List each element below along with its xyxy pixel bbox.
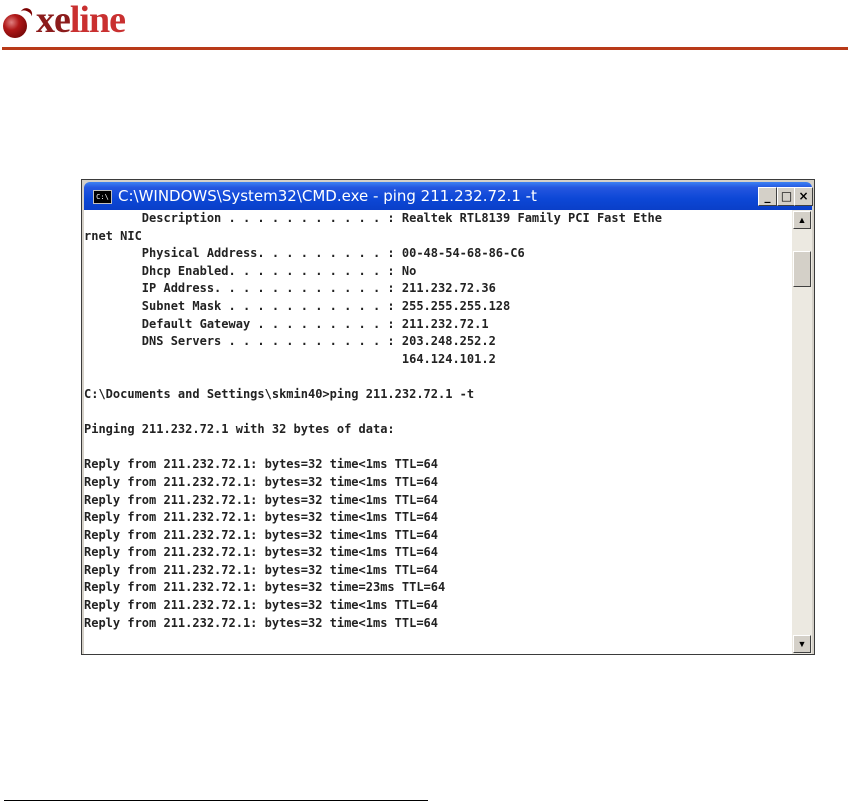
console-line: Physical Address. . . . . . . . . : 00-4…	[84, 246, 525, 261]
console-line: Reply from 211.232.72.1: bytes=32 time<1…	[84, 510, 439, 525]
console-line: IP Address. . . . . . . . . . . . : 211.…	[84, 281, 496, 296]
console-line: Subnet Mask . . . . . . . . . . . : 255.…	[84, 298, 511, 313]
logo-prefix: xe	[36, 0, 71, 41]
minimize-button[interactable]: _	[758, 187, 777, 206]
scroll-down-button[interactable]: ▼	[793, 635, 811, 653]
console-line: Reply from 211.232.72.1: bytes=32 time=2…	[84, 580, 446, 595]
console-line: Description . . . . . . . . . . . : Real…	[84, 211, 662, 225]
console-line: Reply from 211.232.72.1: bytes=32 time<1…	[84, 474, 439, 489]
close-button[interactable]: ×	[794, 187, 813, 206]
scroll-thumb[interactable]	[793, 251, 811, 287]
title-bar[interactable]: C:\ C:\WINDOWS\System32\CMD.exe - ping 2…	[84, 182, 813, 210]
xeline-logo: xeline	[2, 0, 126, 44]
scroll-up-button[interactable]: ▲	[793, 211, 811, 229]
console-line: Default Gateway . . . . . . . . . : 211.…	[84, 316, 489, 331]
logo-suffix: line	[69, 0, 126, 41]
console-line: Reply from 211.232.72.1: bytes=32 time<1…	[84, 545, 439, 560]
console-line: DNS Servers . . . . . . . . . . . : 203.…	[84, 334, 496, 349]
header-divider	[2, 47, 848, 50]
console-line: C:\Documents and Settings\skmin40>ping 2…	[84, 386, 475, 401]
console-output[interactable]: Description . . . . . . . . . . . : Real…	[84, 210, 792, 654]
console-line: rnet NIC	[84, 228, 142, 243]
footnote-divider	[4, 800, 428, 801]
console-line: Dhcp Enabled. . . . . . . . . . . : No	[84, 263, 417, 278]
console-line: Reply from 211.232.72.1: bytes=32 time<1…	[84, 598, 439, 613]
console-line: Reply from 211.232.72.1: bytes=32 time<1…	[84, 457, 439, 472]
console-line: Reply from 211.232.72.1: bytes=32 time<1…	[84, 615, 439, 630]
console-line: Reply from 211.232.72.1: bytes=32 time<1…	[84, 527, 439, 542]
console-line: 164.124.101.2	[84, 351, 496, 366]
console-line: Reply from 211.232.72.1: bytes=32 time<1…	[84, 492, 439, 507]
vertical-scrollbar[interactable]: ▲ ▼	[792, 210, 812, 654]
window-title: C:\WINDOWS\System32\CMD.exe - ping 211.2…	[118, 187, 537, 205]
console-line: Reply from 211.232.72.1: bytes=32 time<1…	[84, 562, 439, 577]
cmd-window[interactable]: C:\ C:\WINDOWS\System32\CMD.exe - ping 2…	[81, 179, 815, 655]
console-line: Pinging 211.232.72.1 with 32 bytes of da…	[84, 422, 395, 437]
logo-wordmark: xeline	[36, 0, 126, 42]
cmd-icon[interactable]: C:\	[93, 190, 112, 204]
